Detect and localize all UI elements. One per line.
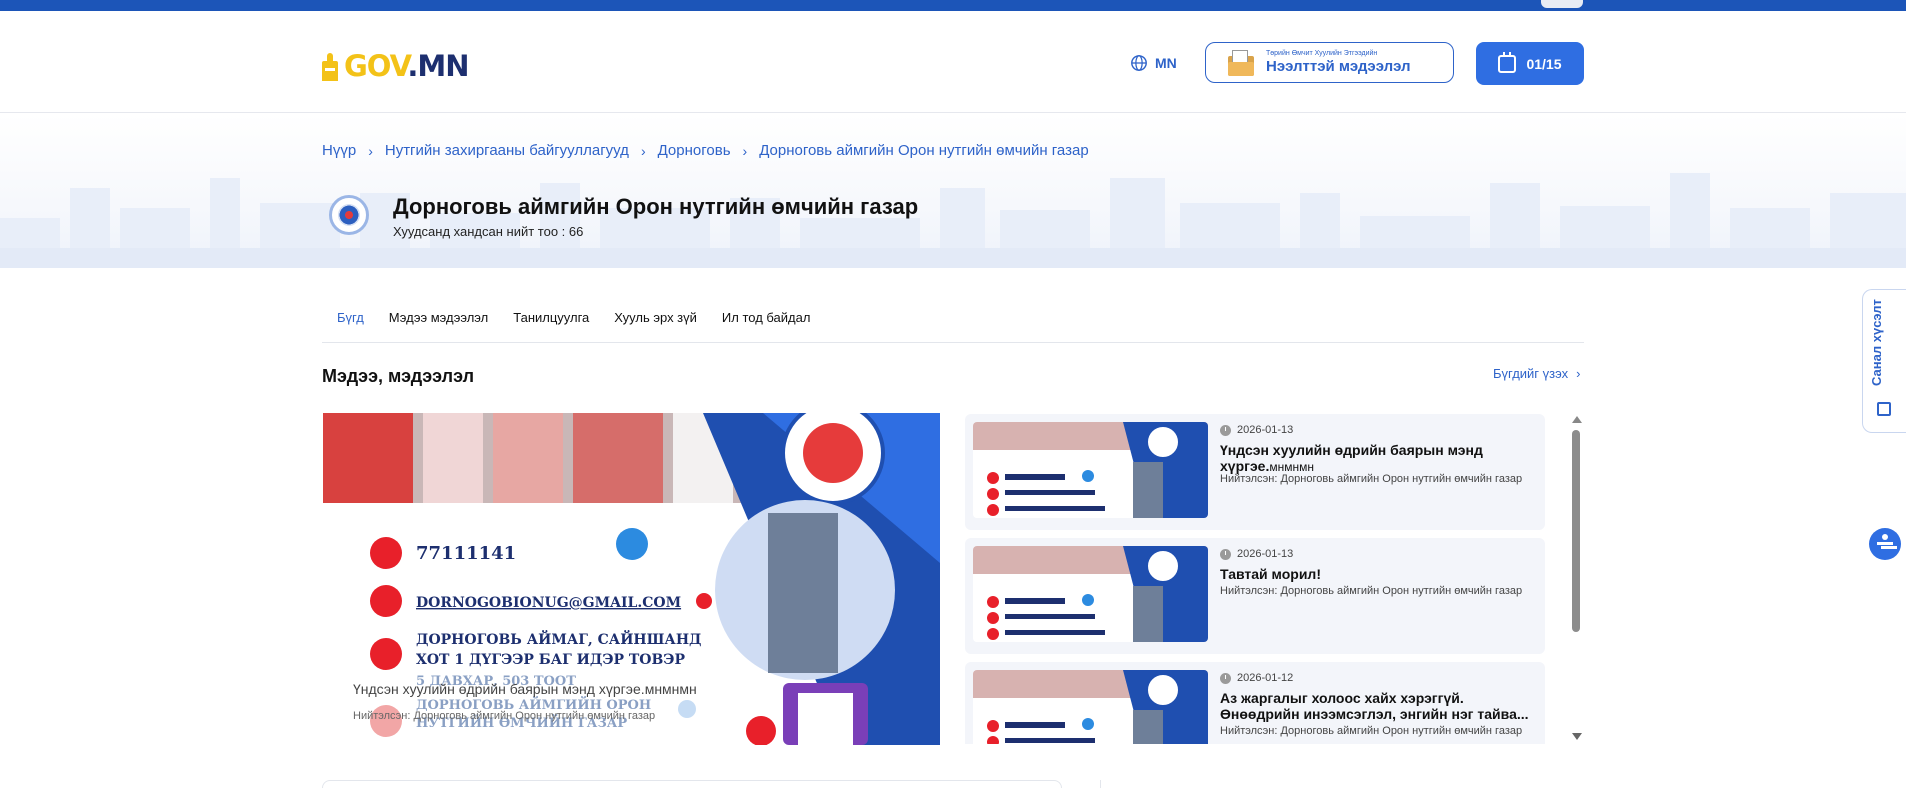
tab-introduction[interactable]: Танилцуулга	[498, 308, 599, 328]
news-date: 2026-01-12	[1220, 672, 1293, 684]
skyline-illustration	[0, 173, 1906, 268]
breadcrumb-home[interactable]: Нүүр	[322, 142, 356, 159]
chevron-right-icon: ›	[742, 142, 748, 159]
open-info-subtitle: Төрийн Өмчит Хуулийн Этгээдийн	[1266, 50, 1378, 57]
news-title[interactable]: Аз жаргалыг холоос хайх хэрэггүй. Өнөөдр…	[1220, 690, 1540, 723]
featured-news-card[interactable]: 77111141 DORNOGOBIONUG@GMAIL.COM ДОРНОГО…	[323, 413, 940, 745]
news-publisher: Нийтэлсэн: Дорноговь аймгийн Орон нутгий…	[1220, 473, 1523, 485]
list-item[interactable]: 2026-01-12 Аз жаргалыг холоос хайх хэрэг…	[965, 662, 1545, 744]
news-date: 2026-01-13	[1220, 424, 1293, 436]
feedback-label: Санал хүсэлт	[1869, 299, 1884, 386]
tab-all[interactable]: Бүгд	[322, 308, 374, 328]
calendar-icon	[1498, 51, 1517, 73]
news-list: 2026-01-13 Үндсэн хуулийн өдрийн баярын …	[963, 412, 1548, 744]
news-date: 2026-01-13	[1220, 548, 1293, 560]
chevron-right-icon: ›	[1576, 366, 1581, 381]
news-thumbnail	[973, 670, 1208, 744]
open-info-title: Нээлттэй мэдээлэл	[1266, 58, 1411, 75]
poster-email: DORNOGOBIONUG@GMAIL.COM	[416, 595, 681, 611]
category-tabs: Бүгд Мэдээ мэдээлэл Танилцуулга Хууль эр…	[322, 308, 1584, 343]
logo-text: GOV.MN	[344, 49, 470, 83]
feedback-tab[interactable]: Санал хүсэлт	[1862, 289, 1906, 433]
date-button[interactable]: 01/15	[1476, 42, 1584, 85]
clock-icon	[1220, 548, 1231, 560]
news-thumbnail	[973, 422, 1208, 518]
organization-emblem	[329, 195, 369, 235]
news-thumbnail	[973, 546, 1208, 642]
news-publisher: Нийтэлсэн: Дорноговь аймгийн Орон нутгий…	[1220, 585, 1523, 597]
breadcrumb-current[interactable]: Дорноговь аймгийн Орон нутгийн өмчийн га…	[759, 142, 1088, 159]
folder-icon	[1228, 49, 1254, 76]
page-title: Дорноговь аймгийн Орон нутгийн өмчийн га…	[393, 194, 919, 219]
chevron-right-icon: ›	[640, 142, 646, 159]
hero-banner	[0, 114, 1906, 268]
see-all-label: Бүгдийг үзэх	[1493, 366, 1569, 381]
next-section-card	[322, 780, 1062, 788]
scroll-up-arrow-icon[interactable]	[1572, 416, 1582, 423]
logo-emblem-icon	[322, 51, 338, 81]
section-title: Мэдээ, мэдээлэл	[322, 366, 475, 386]
visit-count: Хуудсанд хандсан нийт тоо : 66	[393, 224, 584, 239]
breadcrumb-dornogovi[interactable]: Дорноговь	[658, 142, 731, 159]
globe-icon	[1131, 55, 1147, 71]
language-label: MN	[1155, 55, 1177, 71]
tab-news[interactable]: Мэдээ мэдээлэл	[374, 308, 498, 328]
chevron-right-icon: ›	[368, 142, 373, 159]
poster-phone: 77111141	[416, 543, 516, 564]
clock-icon	[1220, 672, 1231, 684]
language-switcher[interactable]: MN	[1130, 54, 1177, 72]
poster-address-1: ДОРНОГОВЬ АЙМАГ, САЙНШАНД	[416, 629, 702, 648]
tab-legal[interactable]: Хууль эрх зүй	[599, 308, 707, 328]
see-all-link[interactable]: Бүгдийг үзэх ›	[1493, 366, 1580, 381]
clock-icon	[1220, 424, 1231, 436]
open-information-button[interactable]: Төрийн Өмчит Хуулийн Этгээдийн Нээлттэй …	[1205, 42, 1454, 83]
top-tab-handle[interactable]	[1541, 0, 1583, 8]
featured-caption[interactable]: Үндсэн хуулийн өдрийн баярын мэнд хүргэе…	[353, 681, 697, 697]
gov-mn-logo[interactable]: GOV.MN	[322, 48, 470, 84]
news-scrollbar[interactable]	[1570, 416, 1582, 744]
top-accent-bar	[0, 0, 1906, 11]
edit-icon	[1877, 402, 1891, 416]
divider	[1100, 780, 1101, 788]
news-publisher: Нийтэлсэн: Дорноговь аймгийн Орон нутгий…	[1220, 725, 1523, 737]
date-label: 01/15	[1526, 55, 1562, 72]
news-title[interactable]: Тавтай морил!	[1220, 566, 1540, 583]
poster-address-2: ХОТ 1 ДҮГЭЭР БАГ ИДЭР ТОВЭР	[416, 652, 685, 668]
list-item[interactable]: 2026-01-13 Тавтай морил! Нийтэлсэн: Дорн…	[965, 538, 1545, 654]
scroll-down-arrow-icon[interactable]	[1572, 733, 1582, 740]
accessibility-icon[interactable]	[1869, 528, 1901, 560]
featured-publisher: Нийтэлсэн: Дорноговь аймгийн Орон нутгий…	[353, 710, 656, 722]
breadcrumb-local-orgs[interactable]: Нутгийн захиргааны байгууллагууд	[385, 142, 629, 159]
list-item[interactable]: 2026-01-13 Үндсэн хуулийн өдрийн баярын …	[965, 414, 1545, 530]
breadcrumb: Нүүр › Нутгийн захиргааны байгууллагууд …	[322, 142, 1089, 159]
tab-transparency[interactable]: Ил тод байдал	[707, 308, 821, 328]
site-header: GOV.MN MN Төрийн Өмчит Хуулийн Этгээдийн…	[0, 11, 1906, 113]
scroll-thumb[interactable]	[1572, 430, 1580, 632]
news-title[interactable]: Үндсэн хуулийн өдрийн баярын мэнд хүргэе…	[1220, 442, 1540, 475]
